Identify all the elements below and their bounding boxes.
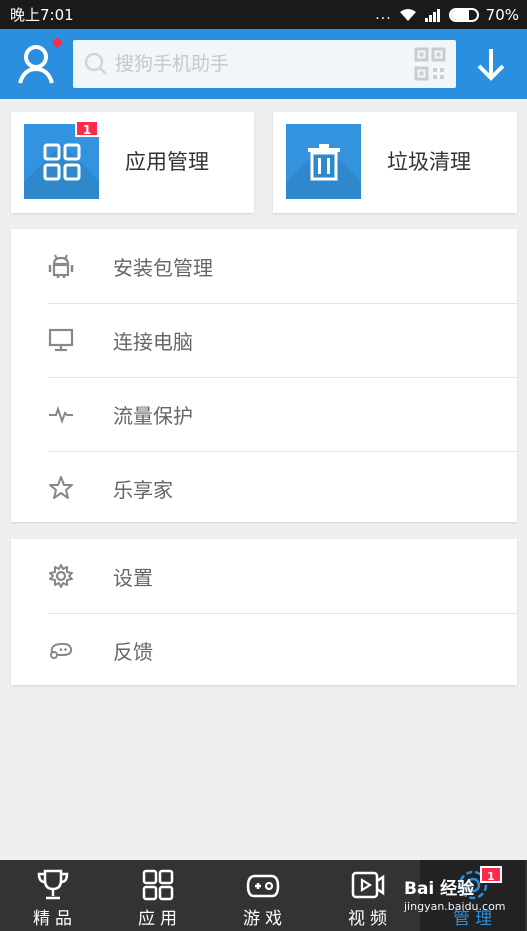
baidu-watermark: Bai 经验 jingyan.baidu.com bbox=[404, 880, 524, 916]
nav-tab-apps[interactable]: 应用 bbox=[105, 860, 210, 931]
watermark-url: jingyan.baidu.com bbox=[404, 900, 506, 913]
menu-label-package-manager: 安装包管理 bbox=[113, 255, 213, 280]
notification-dots: ... bbox=[375, 6, 392, 23]
junk-clean-label: 垃圾清理 bbox=[387, 150, 471, 174]
qr-scan-icon[interactable] bbox=[414, 47, 446, 81]
user-icon bbox=[18, 45, 54, 84]
menu-label-lexiangjia: 乐享家 bbox=[113, 477, 173, 502]
menu-item-feedback[interactable]: 反馈 bbox=[11, 613, 517, 687]
menu-item-settings[interactable]: 设置 bbox=[11, 539, 517, 613]
search-input[interactable] bbox=[115, 53, 395, 75]
menu-group-system: 设置 反馈 bbox=[11, 539, 517, 685]
menu-label-feedback: 反馈 bbox=[113, 639, 153, 664]
junk-clean-card[interactable]: 垃圾清理 bbox=[273, 112, 517, 213]
status-time: 晚上7:01 bbox=[10, 6, 74, 24]
gear-icon bbox=[49, 564, 73, 588]
wifi-icon bbox=[399, 8, 416, 21]
status-bar: 晚上7:01 ... 70% bbox=[0, 0, 527, 29]
battery-icon bbox=[448, 7, 479, 22]
battery-percent: 70% bbox=[485, 5, 519, 24]
search-bar[interactable] bbox=[73, 40, 456, 88]
download-button[interactable] bbox=[474, 46, 508, 82]
nav-label-games: 游戏 bbox=[243, 909, 287, 929]
search-icon bbox=[84, 52, 107, 75]
menu-group-tools: 安装包管理 连接电脑 流量保护 乐享家 bbox=[11, 229, 517, 522]
signal-icon bbox=[424, 8, 440, 22]
download-arrow-icon bbox=[477, 49, 505, 81]
watermark-text: Bai 经验 bbox=[404, 879, 475, 899]
feedback-icon bbox=[50, 642, 73, 659]
status-icons: ... 70% bbox=[375, 6, 519, 24]
app-manager-card[interactable]: 1 应用管理 bbox=[11, 112, 254, 213]
video-icon bbox=[351, 871, 385, 899]
app-manager-badge: 1 bbox=[75, 120, 99, 137]
apps-grid-icon bbox=[43, 143, 81, 181]
monitor-icon bbox=[48, 328, 74, 352]
junk-clean-icon-box bbox=[286, 124, 361, 199]
nav-tab-featured[interactable]: 精品 bbox=[0, 860, 105, 931]
menu-item-connect-pc[interactable]: 连接电脑 bbox=[11, 303, 517, 377]
pulse-icon bbox=[49, 405, 73, 424]
app-manager-label: 应用管理 bbox=[125, 150, 209, 174]
battery-fill bbox=[450, 9, 469, 20]
trophy-icon bbox=[37, 869, 69, 900]
menu-label-settings: 设置 bbox=[113, 565, 153, 590]
star-icon bbox=[49, 476, 73, 499]
app-header bbox=[0, 29, 527, 99]
menu-item-lexiangjia[interactable]: 乐享家 bbox=[11, 451, 517, 525]
menu-label-connect-pc: 连接电脑 bbox=[113, 329, 193, 354]
apps-icon bbox=[142, 869, 174, 901]
nav-tab-games[interactable]: 游戏 bbox=[210, 860, 315, 931]
user-avatar-button[interactable] bbox=[16, 43, 62, 85]
android-icon bbox=[48, 254, 74, 278]
trash-icon bbox=[308, 144, 340, 181]
nav-label-apps: 应用 bbox=[138, 909, 182, 929]
notification-dot bbox=[53, 38, 62, 47]
menu-label-traffic-protect: 流量保护 bbox=[113, 403, 193, 428]
menu-item-package-manager[interactable]: 安装包管理 bbox=[11, 229, 517, 303]
gamepad-icon bbox=[246, 874, 280, 898]
nav-label-featured: 精品 bbox=[33, 909, 77, 929]
menu-item-traffic-protect[interactable]: 流量保护 bbox=[11, 377, 517, 451]
